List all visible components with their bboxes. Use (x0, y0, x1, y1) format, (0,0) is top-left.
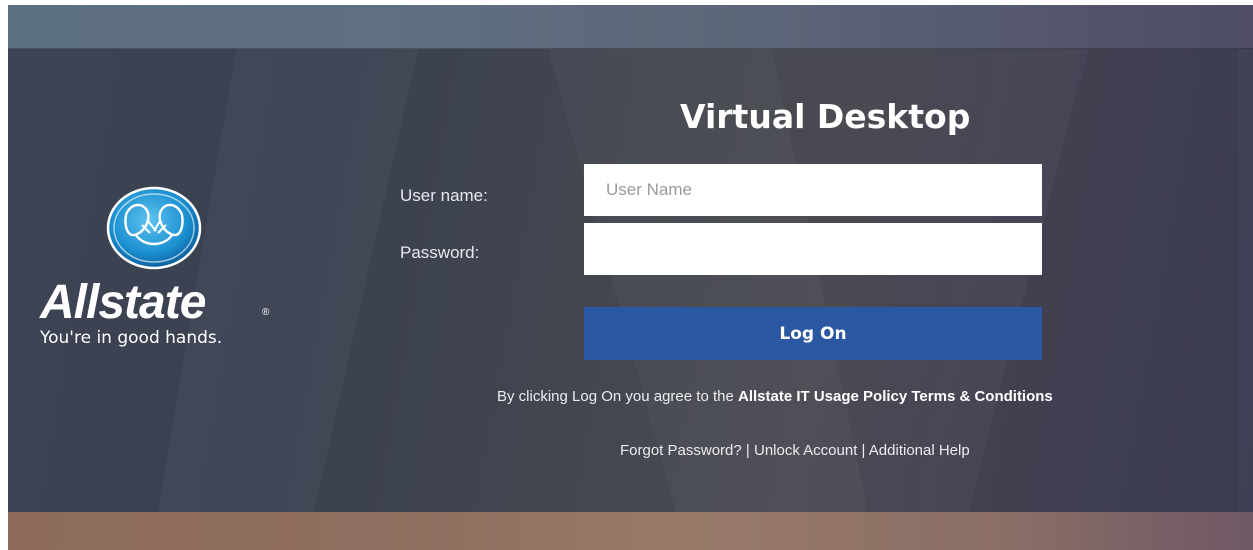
help-links: Forgot Password? | Unlock Account | Addi… (620, 442, 970, 459)
password-input[interactable] (584, 223, 1042, 275)
top-banner (8, 5, 1253, 49)
link-separator: | (745, 442, 750, 459)
username-label: User name: (400, 186, 488, 205)
agreement-text: By clicking Log On you agree to the Alls… (497, 388, 1053, 405)
terms-link[interactable]: Allstate IT Usage Policy Terms & Conditi… (738, 388, 1053, 405)
cupped-hands-icon (106, 186, 202, 270)
bottom-banner (8, 512, 1253, 550)
registered-mark: ® (262, 307, 270, 318)
username-input[interactable] (584, 164, 1042, 216)
brand-name: Allstate (40, 276, 206, 329)
login-page: Allstate ® You're in good hands. Virtual… (8, 5, 1253, 550)
allstate-logo: Allstate ® You're in good hands. (38, 185, 278, 355)
page-title: Virtual Desktop (680, 97, 971, 136)
additional-help-link[interactable]: Additional Help (869, 442, 970, 459)
link-separator: | (861, 442, 866, 459)
log-on-button[interactable]: Log On (584, 307, 1042, 360)
brand-tagline: You're in good hands. (40, 328, 223, 348)
unlock-account-link[interactable]: Unlock Account (754, 442, 857, 459)
forgot-password-link[interactable]: Forgot Password? (620, 442, 742, 459)
background-facet (968, 49, 1238, 512)
agreement-prefix: By clicking Log On you agree to the (497, 388, 738, 405)
password-label: Password: (400, 243, 480, 262)
